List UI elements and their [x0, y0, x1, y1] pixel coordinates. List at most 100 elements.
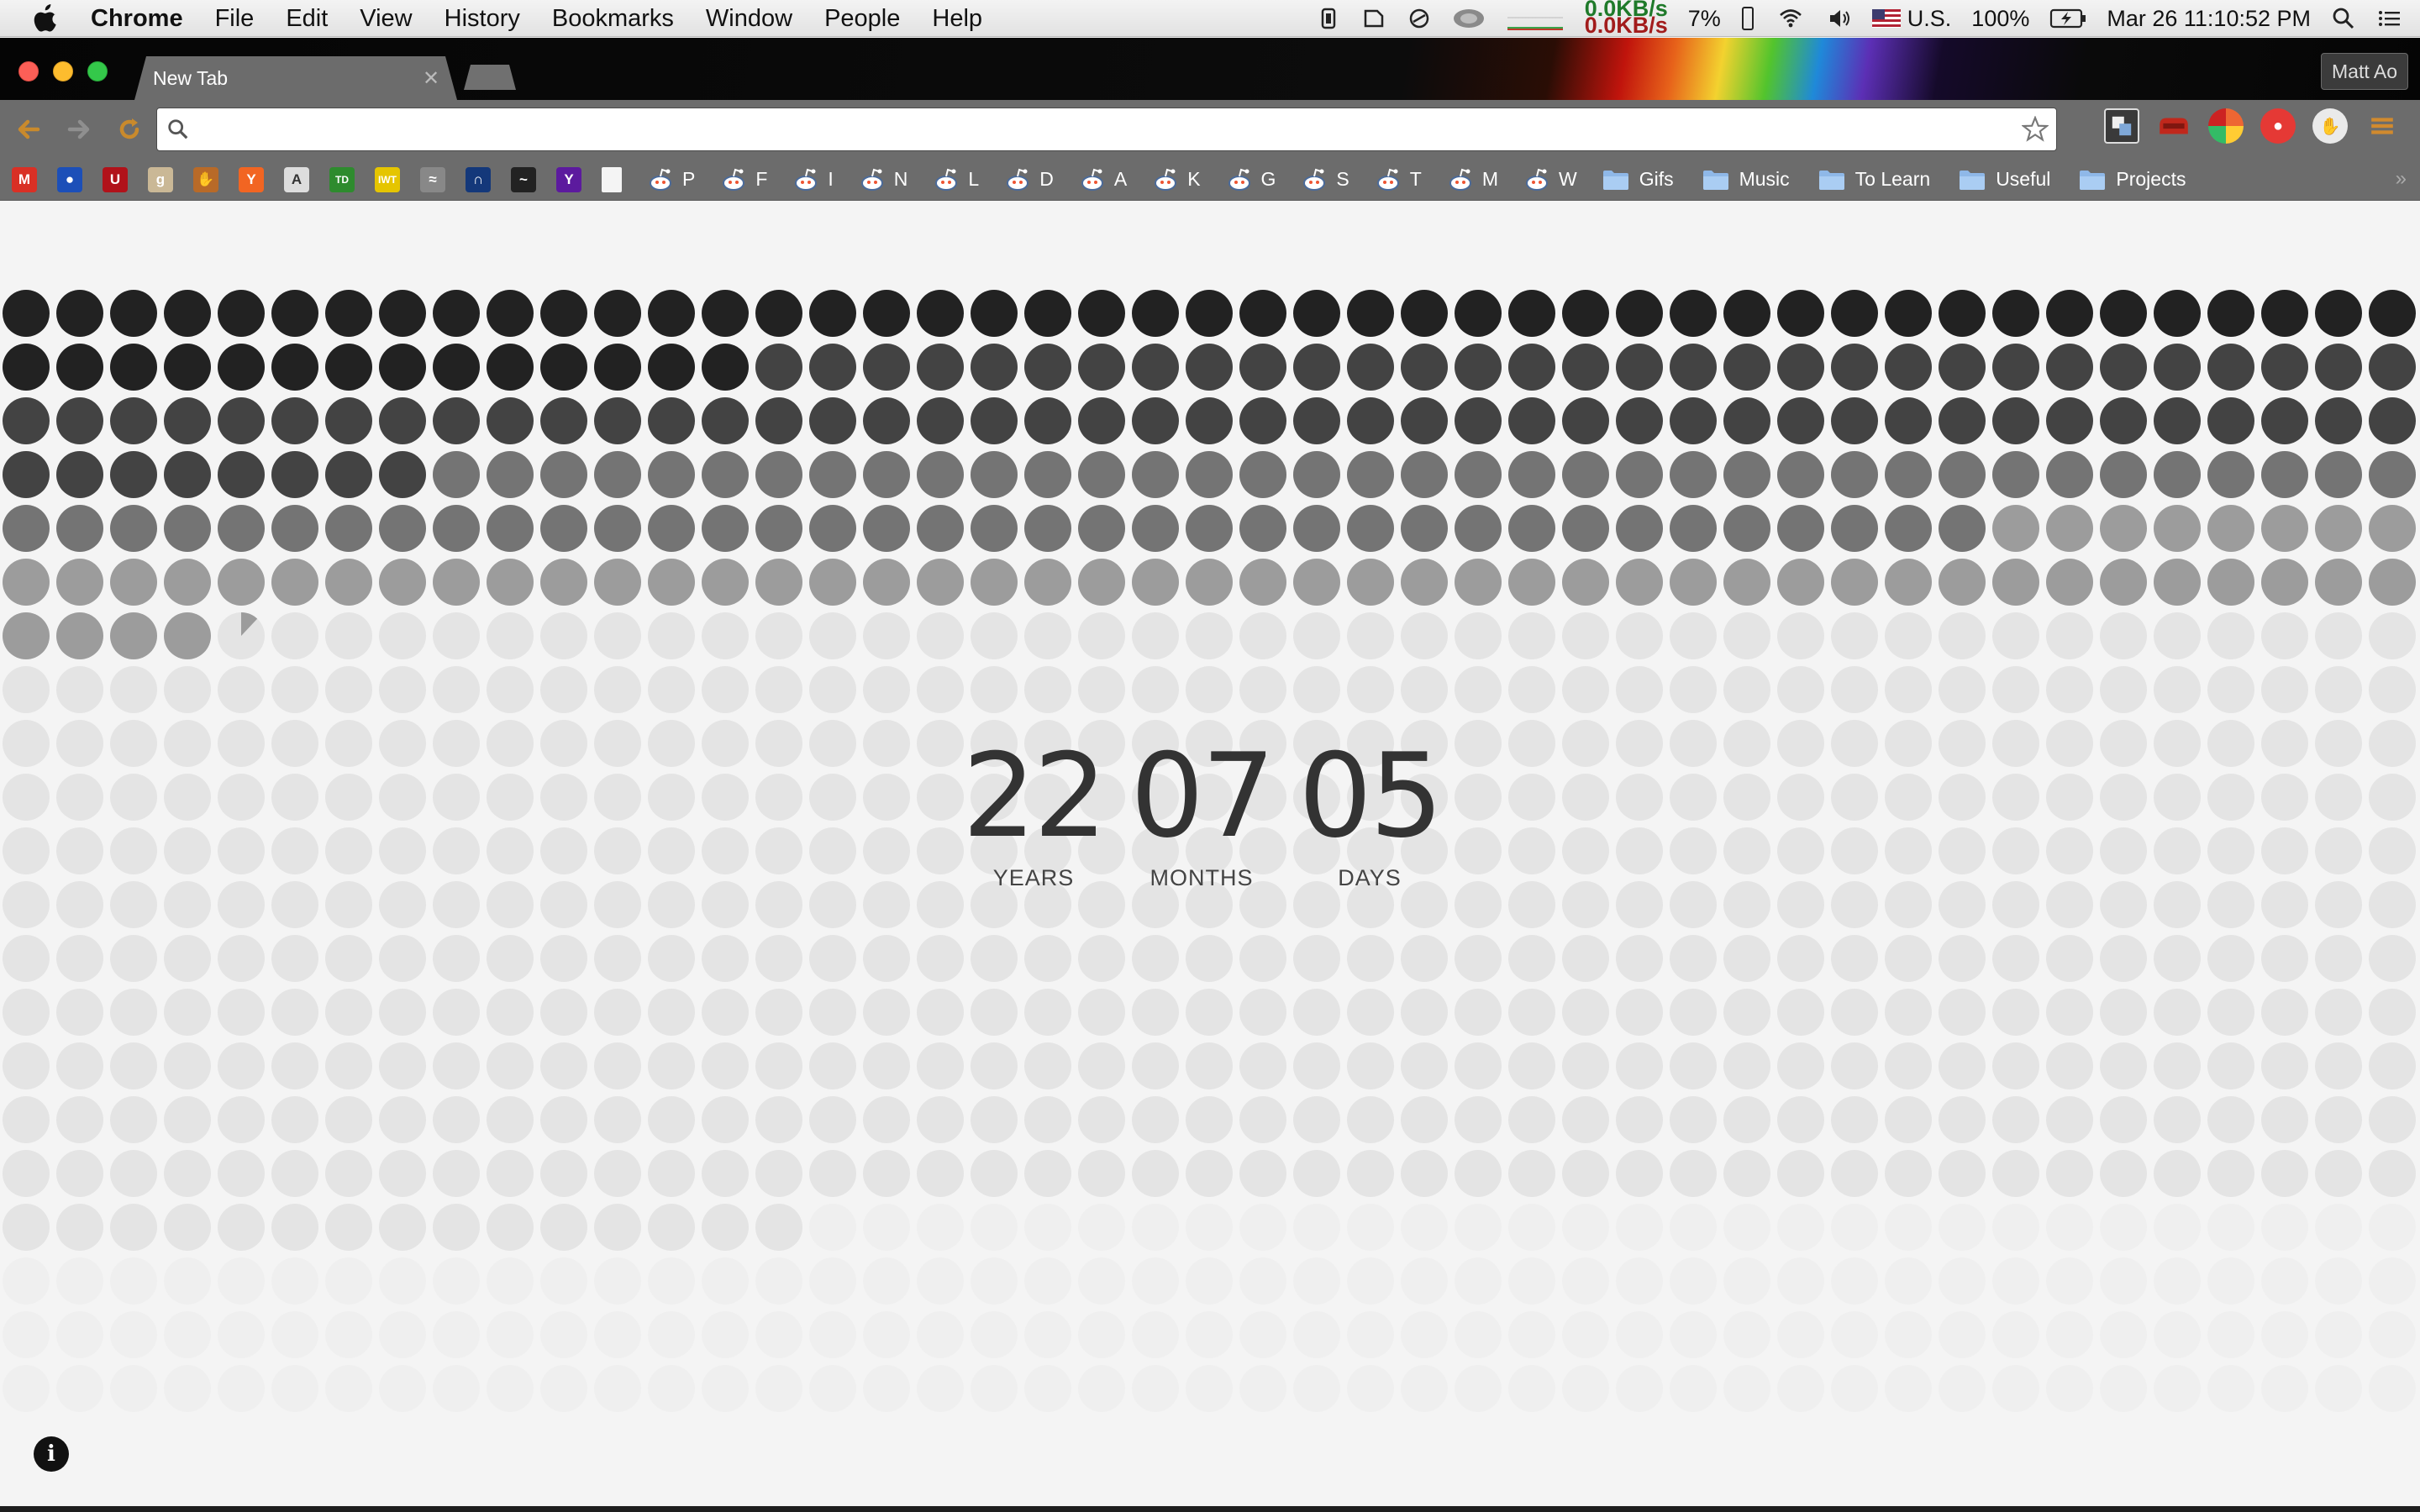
life-dot	[702, 1150, 749, 1197]
menu-file[interactable]: File	[199, 0, 271, 37]
menu-people[interactable]: People	[808, 0, 916, 37]
reload-button[interactable]	[108, 108, 151, 151]
bookmark-star-icon[interactable]	[2014, 116, 2056, 143]
yahoo-bookmark[interactable]: Y	[556, 166, 581, 192]
life-dot	[2315, 881, 2362, 928]
dropbox-icon[interactable]	[1442, 0, 1496, 37]
life-dot	[2154, 1311, 2201, 1358]
bookmark-reddit-i[interactable]: I	[792, 167, 834, 192]
wave-bookmark[interactable]: ≈	[420, 166, 445, 192]
bookmark-reddit-l[interactable]: L	[933, 167, 979, 192]
menu-history[interactable]: History	[429, 0, 536, 37]
cpu-usage[interactable]: 7%	[1678, 0, 1731, 37]
y-combinator-bookmark[interactable]: Y	[239, 166, 264, 192]
life-dot	[1401, 1042, 1448, 1089]
life-dot	[648, 1365, 695, 1412]
life-dot	[1239, 1150, 1286, 1197]
bookmark-reddit-p[interactable]: P	[647, 167, 695, 192]
chrome-menu-icon[interactable]	[2365, 108, 2400, 144]
bookmark-reddit-s[interactable]: S	[1301, 167, 1349, 192]
mustache-bookmark[interactable]: ~	[511, 166, 536, 192]
bookmark-round-logo[interactable]: ●	[57, 166, 82, 192]
life-dot	[433, 881, 480, 928]
extension-translate-icon[interactable]	[2104, 108, 2139, 144]
life-dot	[702, 505, 749, 552]
life-dot	[1401, 344, 1448, 391]
bookmark-reddit-w[interactable]: W	[1523, 167, 1577, 192]
bookmark-folder-to-learn[interactable]: To Learn	[1818, 168, 1930, 191]
bookmarks-overflow-chevron-icon[interactable]: »	[2396, 167, 2407, 191]
bookmark-reddit-n[interactable]: N	[859, 167, 908, 192]
menu-help[interactable]: Help	[916, 0, 998, 37]
spotlight-search-icon[interactable]	[2321, 0, 2366, 37]
bookmark-reddit-f[interactable]: F	[720, 167, 767, 192]
a-to-z-bookmark[interactable]: A	[284, 166, 309, 192]
menu-bookmarks[interactable]: Bookmarks	[536, 0, 690, 37]
notification-center-icon[interactable]	[2366, 0, 2420, 37]
hand-bookmark[interactable]: ✋	[193, 166, 218, 192]
life-dot	[2261, 1257, 2308, 1305]
g-bookmark[interactable]: g	[148, 166, 173, 192]
bookmark-reddit-d[interactable]: D	[1004, 167, 1054, 192]
life-dot	[3, 559, 50, 606]
battery-charging-icon[interactable]	[2039, 0, 2096, 37]
u-bookmark[interactable]: U	[103, 166, 128, 192]
life-dot	[325, 774, 372, 821]
extension-hand-icon[interactable]: ✋	[2312, 108, 2348, 144]
life-dot	[1939, 666, 1986, 713]
input-source[interactable]: U.S.	[1862, 0, 1962, 37]
zoom-window-button[interactable]	[87, 61, 108, 81]
volume-icon[interactable]	[1817, 0, 1862, 37]
life-dot	[487, 827, 534, 874]
page-bookmark[interactable]	[602, 166, 622, 192]
bookmark-folder-music[interactable]: Music	[1702, 168, 1790, 191]
bookmark-reddit-g[interactable]: G	[1226, 167, 1276, 192]
new-tab-button[interactable]	[464, 65, 516, 90]
life-dot	[487, 1150, 534, 1197]
bookmark-reddit-k[interactable]: K	[1152, 167, 1201, 192]
omnibox[interactable]	[156, 108, 2057, 151]
profile-button[interactable]: Matt Ao	[2321, 53, 2408, 90]
menu-window[interactable]: Window	[690, 0, 808, 37]
forward-button[interactable]	[57, 108, 101, 151]
drive-icon[interactable]	[1351, 0, 1397, 37]
apple-icon[interactable]	[22, 0, 71, 37]
iwt-bookmark[interactable]: IWT	[375, 166, 400, 192]
life-dot	[110, 1365, 157, 1412]
life-dot	[1078, 935, 1125, 982]
life-dot	[1239, 989, 1286, 1036]
menu-app-name[interactable]: Chrome	[71, 0, 199, 37]
bookmark-folder-useful[interactable]: Useful	[1959, 168, 2050, 191]
bookmark-reddit-a[interactable]: A	[1079, 167, 1127, 192]
n-bookmark[interactable]: ∩	[466, 166, 491, 192]
extension-couch-icon[interactable]	[2156, 108, 2191, 144]
bookmark-reddit-m[interactable]: M	[1447, 167, 1498, 192]
tab-new-tab[interactable]: New Tab ✕	[134, 56, 457, 100]
omnibox-input[interactable]	[199, 116, 2014, 143]
life-dot	[2207, 559, 2254, 606]
clock[interactable]: Mar 26 11:10:52 PM	[2096, 0, 2321, 37]
wifi-icon[interactable]	[1765, 0, 1817, 37]
graph-icon[interactable]	[1496, 0, 1575, 37]
menu-view[interactable]: View	[344, 0, 428, 37]
phone-icon[interactable]	[1731, 0, 1765, 37]
life-dot	[2315, 666, 2362, 713]
back-button[interactable]	[7, 108, 50, 151]
sync-icon[interactable]	[1397, 0, 1442, 37]
bookmark-folder-projects[interactable]: Projects	[2079, 168, 2186, 191]
app-status-icon[interactable]	[1306, 0, 1351, 37]
td-bookmark[interactable]: TD	[329, 166, 355, 192]
menu-edit[interactable]: Edit	[270, 0, 344, 37]
close-window-button[interactable]	[18, 61, 39, 81]
life-dot	[1616, 1204, 1663, 1251]
info-icon[interactable]: i	[34, 1436, 69, 1472]
battery-percent[interactable]: 100%	[1961, 0, 2039, 37]
bookmark-reddit-t[interactable]: T	[1375, 167, 1422, 192]
extension-rainbow-icon[interactable]	[2208, 108, 2244, 144]
minimize-window-button[interactable]	[53, 61, 73, 81]
extension-red-circle-icon[interactable]: ●	[2260, 108, 2296, 144]
life-dot	[2154, 1365, 2201, 1412]
bookmark-folder-gifs[interactable]: Gifs	[1602, 168, 1674, 191]
gmail-bookmark[interactable]: M	[12, 166, 37, 192]
tab-close-icon[interactable]: ✕	[417, 66, 445, 91]
